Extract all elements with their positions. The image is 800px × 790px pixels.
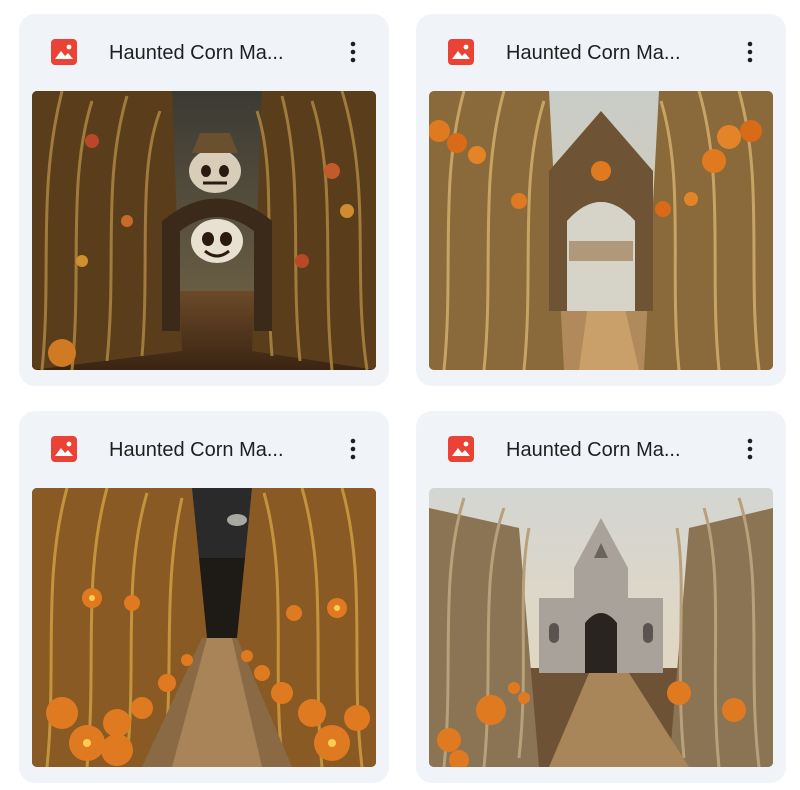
more-options-button[interactable] — [335, 34, 371, 70]
file-card-header: Haunted Corn Ma... — [19, 14, 389, 90]
more-vert-icon — [350, 438, 356, 460]
image-file-icon — [448, 39, 474, 65]
more-options-button[interactable] — [732, 34, 768, 70]
more-vert-icon — [350, 41, 356, 63]
file-title: Haunted Corn Ma... — [506, 42, 681, 64]
file-title: Haunted Corn Ma... — [109, 42, 284, 64]
file-card-header: Haunted Corn Ma... — [19, 411, 389, 487]
image-file-icon — [51, 436, 77, 462]
file-card[interactable]: Haunted Corn Ma... — [19, 411, 389, 783]
file-card-header: Haunted Corn Ma... — [416, 411, 786, 487]
image-thumbnail[interactable] — [32, 488, 376, 767]
file-card[interactable]: Haunted Corn Ma... — [416, 411, 786, 783]
file-card[interactable]: Haunted Corn Ma... — [416, 14, 786, 386]
image-thumbnail[interactable] — [32, 91, 376, 370]
more-options-button[interactable] — [732, 431, 768, 467]
image-file-icon — [51, 39, 77, 65]
file-title: Haunted Corn Ma... — [109, 439, 284, 461]
file-card[interactable]: Haunted Corn Ma... — [19, 14, 389, 386]
more-options-button[interactable] — [335, 431, 371, 467]
image-thumbnail[interactable] — [429, 488, 773, 767]
more-vert-icon — [747, 41, 753, 63]
image-thumbnail[interactable] — [429, 91, 773, 370]
image-file-icon — [448, 436, 474, 462]
more-vert-icon — [747, 438, 753, 460]
file-title: Haunted Corn Ma... — [506, 439, 681, 461]
file-card-header: Haunted Corn Ma... — [416, 14, 786, 90]
